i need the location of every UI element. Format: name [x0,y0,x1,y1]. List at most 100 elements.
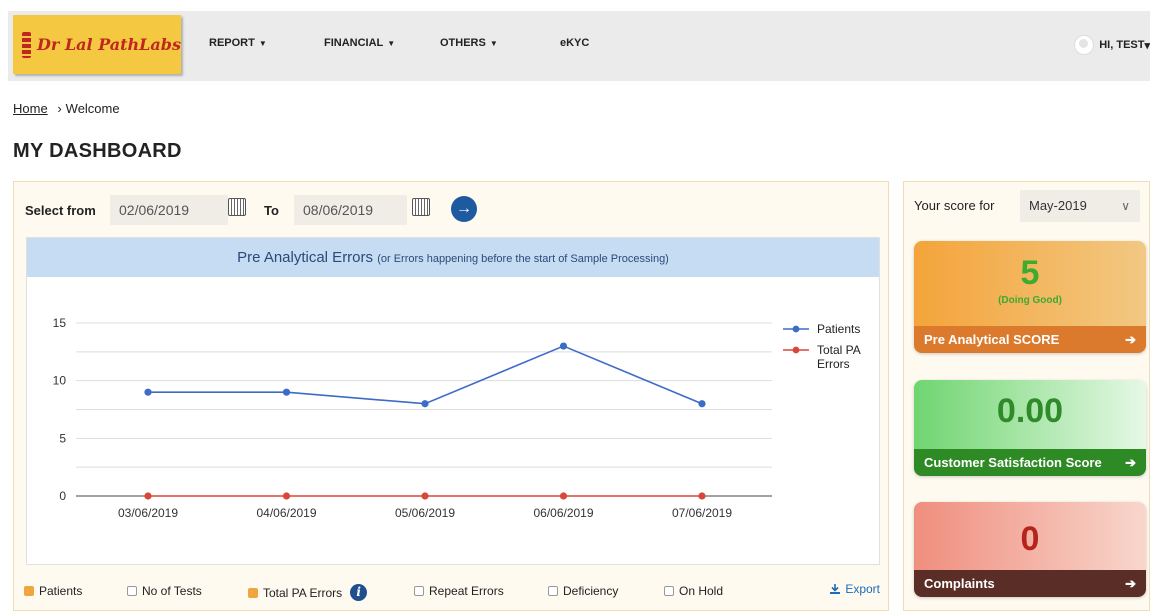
y-tick-label: 5 [59,431,66,445]
checkbox-total-pa-errors[interactable]: Total PA Errors i [248,584,368,601]
y-tick-label: 15 [53,316,67,330]
arrow-right-icon: ➔ [1125,455,1136,470]
avatar-icon [1074,35,1095,55]
checkbox-label: Deficiency [563,584,619,598]
complaints-card: 0 Complaints ➔ [914,502,1146,597]
chart-header: Pre Analytical Errors (or Errors happeni… [27,238,879,277]
data-point [282,388,291,396]
nav-report-label: REPORT [209,37,255,49]
arrow-right-icon: ➔ [1125,332,1136,347]
nav-financial[interactable]: FINANCIAL ▼ [324,37,395,49]
data-point [559,342,568,350]
nav-ekyc-label: eKYC [560,37,590,49]
logo-mark-icon [22,31,32,58]
customer-satisfaction-card: 0.00 Customer Satisfaction Score ➔ [914,380,1146,476]
x-tick-label: 03/06/2019 [118,506,178,520]
chart-panel: Select from 02/06/2019 To 08/06/2019 → P… [13,181,889,611]
nav-others-label: OTHERS [440,37,486,49]
x-tick-label: 05/06/2019 [395,506,455,520]
caret-down-icon: ▼ [489,39,498,48]
line-chart: 0 5 10 15 03/06/2019 04/06/2019 05/06/2019 06/0… [53,316,861,520]
checkbox-icon [248,587,258,598]
caret-down-icon: ▼ [387,39,396,48]
select-from-label: Select from [25,203,96,218]
data-point [421,492,429,500]
complaints-button[interactable]: Complaints ➔ [914,570,1146,597]
checkbox-icon [414,586,424,596]
arrow-right-icon: → [456,200,472,217]
arrow-right-icon: ➔ [1125,576,1136,591]
score-panel: Your score for May-2019 ∨ 5 (Doing Good)… [903,181,1150,611]
from-date-input[interactable]: 02/06/2019 [110,195,228,225]
month-select-value: May-2019 [1029,198,1087,213]
y-tick-label: 10 [53,374,67,388]
data-point [421,400,429,408]
calendar-icon[interactable] [228,198,246,216]
breadcrumb-current: Welcome [65,101,120,116]
series-line [148,345,703,405]
checkbox-no-of-tests[interactable]: No of Tests [127,584,202,598]
checkbox-deficiency[interactable]: Deficiency [548,584,618,598]
checkbox-label: Patients [39,584,83,598]
chart-header-main: Pre Analytical Errors [237,249,374,266]
score-status: (Doing Good) [998,295,1062,306]
data-point [559,492,568,500]
data-point [144,492,152,500]
y-tick-label: 0 [59,489,66,503]
export-button[interactable]: Export [829,582,880,596]
checkbox-repeat-errors[interactable]: Repeat Errors [414,584,504,598]
checkbox-patients[interactable]: Patients [24,584,82,598]
legend-marker [792,346,800,354]
pre-analytical-score-button[interactable]: Pre Analytical SCORE ➔ [914,326,1146,353]
legend-marker [792,325,800,333]
caret-down-icon: ▼ [258,39,267,48]
calendar-icon[interactable] [412,198,430,216]
user-greeting: HI, TEST [1099,39,1145,51]
data-point [282,492,291,500]
chart-header-note: (or Errors happening before the start of… [377,253,669,265]
checkbox-label: No of Tests [142,584,202,598]
x-tick-label: 07/06/2019 [672,506,732,520]
export-label: Export [845,582,880,596]
checkbox-icon [548,586,558,596]
checkbox-icon [127,586,137,596]
legend-label: Patients [817,322,860,336]
to-label: To [264,203,279,218]
checkbox-on-hold[interactable]: On Hold [664,584,723,598]
nav-ekyc[interactable]: eKYC [560,37,589,49]
x-tick-label: 04/06/2019 [256,506,316,520]
top-navbar: Dr Lal PathLabs REPORT ▼ FINANCIAL ▼ OTHER… [8,11,1150,81]
data-point [698,400,706,408]
chevron-down-icon: ∨ [1121,199,1130,213]
card-footer-label: Pre Analytical SCORE [924,332,1060,347]
nav-report[interactable]: REPORT ▼ [209,37,267,49]
checkbox-label: Total PA Errors [263,585,343,600]
user-menu[interactable]: HI, TEST ▾ [1074,35,1150,55]
customer-satisfaction-button[interactable]: Customer Satisfaction Score ➔ [914,449,1146,476]
brand-logo[interactable]: Dr Lal PathLabs [13,15,181,74]
chart-container: Pre Analytical Errors (or Errors happeni… [26,237,880,565]
card-footer-label: Customer Satisfaction Score [924,455,1102,470]
breadcrumb-chevron-icon: › [57,101,62,116]
data-point [144,388,152,396]
pre-analytical-score-card: 5 (Doing Good) Pre Analytical SCORE ➔ [914,241,1146,353]
month-select[interactable]: May-2019 ∨ [1020,190,1140,222]
checkbox-icon [664,586,674,596]
card-footer-label: Complaints [924,576,995,591]
score-for-label: Your score for [914,198,995,213]
complaints-value: 0 [1020,520,1040,558]
breadcrumb-home-link[interactable]: Home [13,101,48,116]
user-caret-icon: ▾ [1144,39,1150,52]
legend-label: Total PA Errors [817,343,861,371]
checkbox-label: On Hold [679,584,724,598]
logo-text: Dr Lal PathLabs [37,35,181,54]
info-icon[interactable]: i [350,584,368,601]
nav-financial-label: FINANCIAL [324,37,384,49]
x-tick-label: 06/06/2019 [533,506,593,520]
to-date-input[interactable]: 08/06/2019 [294,195,407,225]
page-title: MY DASHBOARD [13,140,182,162]
nav-others[interactable]: OTHERS ▼ [440,37,498,49]
apply-arrow-button[interactable]: → [451,196,477,222]
breadcrumb: Home › Welcome [13,101,120,116]
download-icon [830,584,841,594]
